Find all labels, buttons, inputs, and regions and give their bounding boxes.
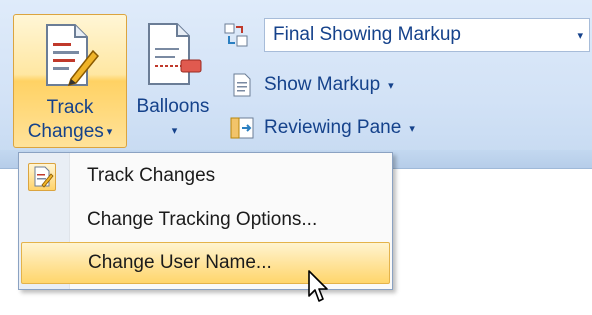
- track-changes-label-line2: Changes ▾: [14, 121, 126, 143]
- menu-item-change-user-name[interactable]: Change User Name...: [21, 242, 390, 284]
- track-changes-button[interactable]: Track Changes ▾: [13, 14, 127, 148]
- chevron-down-icon: ▾: [388, 79, 394, 92]
- document-pencil-icon: [46, 24, 99, 87]
- menu-item-label: Change User Name...: [88, 252, 272, 273]
- reviewing-pane-icon: [230, 117, 254, 139]
- track-changes-label-text: Changes: [27, 121, 104, 143]
- reviewing-pane-label: Reviewing Pane: [264, 117, 402, 138]
- menu-item-track-changes[interactable]: Track Changes: [21, 155, 390, 197]
- review-ribbon: Track Changes ▾ Balloons ▾ Final Showing …: [0, 0, 592, 169]
- menu-item-label: Track Changes: [87, 165, 216, 186]
- display-for-review-row: [224, 18, 258, 52]
- balloon-document-icon: [148, 23, 202, 85]
- show-markup-button[interactable]: Show Markup ▾: [230, 68, 394, 102]
- display-for-review-value: Final Showing Markup: [273, 24, 461, 45]
- mouse-pointer-icon: [308, 270, 328, 302]
- chevron-down-icon: ▾: [409, 122, 415, 135]
- document-icon: [233, 73, 251, 97]
- track-changes-label: Track: [46, 97, 94, 118]
- balloons-button[interactable]: Balloons ▾: [127, 14, 219, 148]
- track-changes-menu: Track Changes Change Tracking Options...…: [18, 152, 393, 290]
- display-for-review-select[interactable]: Final Showing Markup ▾: [264, 18, 590, 52]
- menu-item-label: Change Tracking Options...: [87, 209, 318, 230]
- track-changes-icon: [28, 163, 56, 191]
- compare-icon: [224, 23, 248, 47]
- reviewing-pane-button[interactable]: Reviewing Pane ▾: [230, 111, 415, 145]
- balloons-caret-row: ▾: [127, 120, 219, 142]
- show-markup-label: Show Markup: [264, 74, 381, 95]
- menu-item-change-tracking-options[interactable]: Change Tracking Options...: [21, 199, 390, 241]
- chevron-down-icon: ▾: [171, 125, 178, 137]
- chevron-down-icon[interactable]: ▾: [577, 29, 583, 42]
- chevron-down-icon: ▾: [106, 126, 113, 138]
- balloons-label: Balloons: [136, 96, 210, 117]
